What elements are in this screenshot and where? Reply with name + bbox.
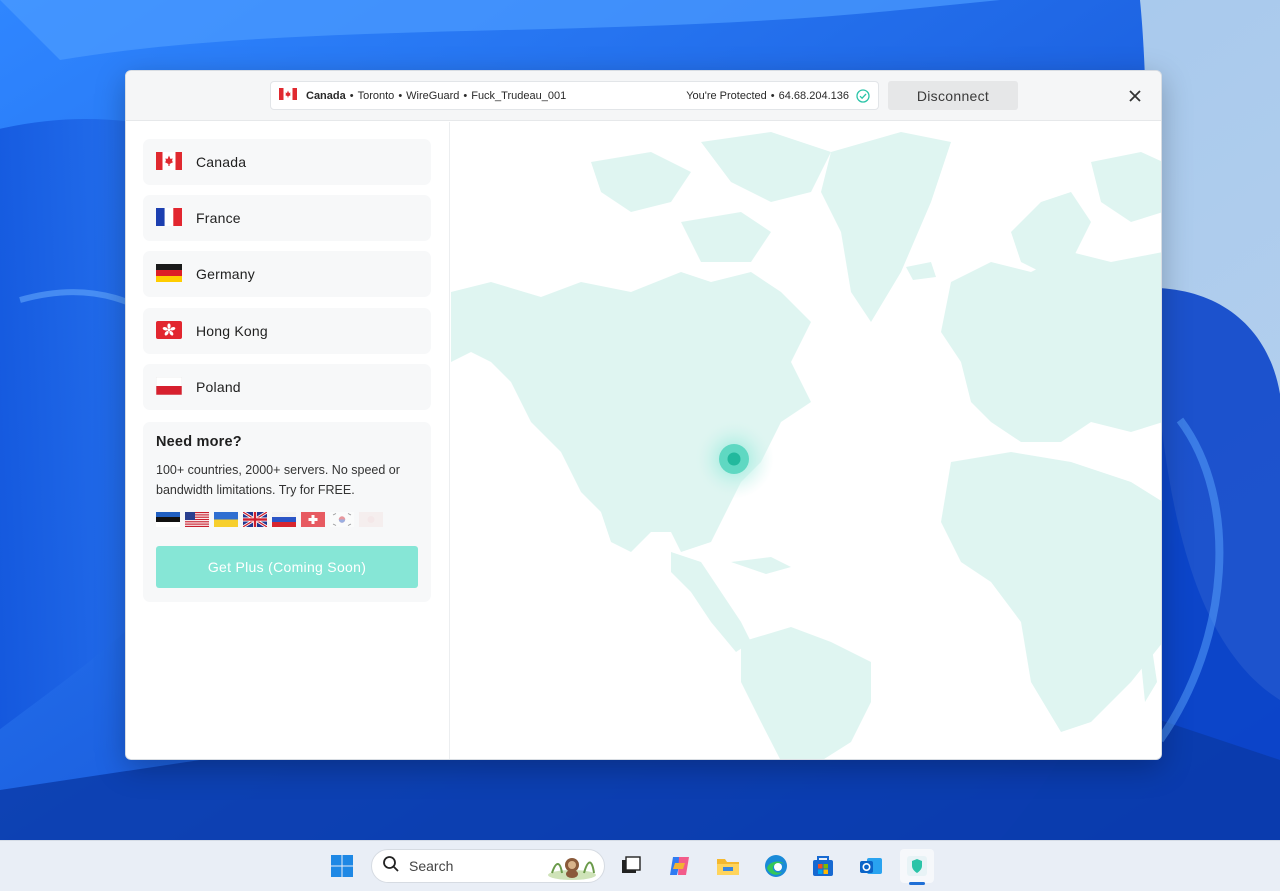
land-masses	[451, 132, 1161, 759]
country-item-france[interactable]: France	[143, 195, 431, 241]
status-server: Fuck_Trudeau_001	[471, 89, 567, 102]
microsoft-store-icon[interactable]	[806, 849, 840, 883]
switzerland-flag-icon	[301, 512, 325, 527]
country-name: Poland	[196, 379, 241, 395]
status-country: Canada	[306, 89, 346, 102]
country-name: Hong Kong	[196, 323, 268, 339]
active-app-indicator	[909, 882, 925, 885]
country-name: Germany	[196, 266, 255, 282]
country-item-germany[interactable]: Germany	[143, 251, 431, 297]
country-name: Canada	[196, 154, 247, 170]
title-bar: Canada • Toronto • WireGuard • Fuck_Trud…	[126, 71, 1161, 121]
south-korea-flag-icon	[330, 512, 354, 527]
vpn-app-icon[interactable]	[900, 849, 934, 883]
search-placeholder: Search	[409, 858, 454, 874]
file-explorer-icon[interactable]	[711, 849, 745, 883]
server-list-sidebar: Canada France Germany Hong Kong Poland N…	[126, 122, 450, 759]
ip-address: 64.68.204.136	[778, 89, 849, 102]
status-separator: •	[398, 89, 403, 102]
status-protocol: WireGuard	[406, 89, 460, 102]
russia-flag-icon	[272, 512, 296, 527]
edge-browser-icon[interactable]	[759, 849, 793, 883]
upgrade-promo-card: Need more? 100+ countries, 2000+ servers…	[143, 422, 431, 602]
poland-flag-icon	[155, 376, 183, 398]
get-plus-button[interactable]: Get Plus (Coming Soon)	[156, 546, 418, 588]
disconnect-button[interactable]: Disconnect	[888, 81, 1018, 110]
country-item-canada[interactable]: Canada	[143, 139, 431, 185]
protected-text: You're Protected	[686, 89, 767, 102]
check-circle-icon	[856, 88, 870, 103]
country-name: France	[196, 210, 241, 226]
windows-taskbar: Search	[0, 840, 1280, 891]
usa-flag-icon	[185, 512, 209, 527]
status-separator: •	[463, 89, 468, 102]
more-countries-flags	[156, 510, 418, 529]
outlook-icon[interactable]	[854, 849, 888, 883]
world-map[interactable]	[451, 122, 1161, 759]
country-item-poland[interactable]: Poland	[143, 364, 431, 410]
canada-flag-icon	[156, 151, 182, 173]
task-view-icon[interactable]	[614, 849, 648, 883]
promo-title: Need more?	[156, 434, 242, 450]
copilot-icon[interactable]	[663, 849, 697, 883]
marker-center	[727, 452, 741, 466]
uk-flag-icon	[242, 510, 268, 529]
estonia-flag-icon	[156, 512, 180, 527]
country-item-hong-kong[interactable]: Hong Kong	[143, 308, 431, 354]
search-icon	[382, 855, 400, 878]
france-flag-icon	[156, 207, 182, 229]
connection-status-bar: Canada • Toronto • WireGuard • Fuck_Trud…	[270, 81, 879, 110]
close-icon[interactable]	[1124, 85, 1146, 107]
japan-flag-icon	[359, 512, 383, 527]
hong-kong-flag-icon	[156, 320, 182, 342]
germany-flag-icon	[156, 263, 182, 285]
status-separator: •	[770, 89, 775, 102]
canada-flag-icon	[279, 88, 297, 103]
vpn-app-window: Canada • Toronto • WireGuard • Fuck_Trud…	[125, 70, 1162, 760]
status-separator: •	[349, 89, 354, 102]
promo-description: 100+ countries, 2000+ servers. No speed …	[156, 463, 400, 497]
search-highlight-art	[546, 853, 598, 886]
status-city: Toronto	[357, 89, 395, 102]
taskbar-search[interactable]: Search	[371, 849, 605, 883]
ukraine-flag-icon	[214, 512, 238, 527]
windows-start-icon[interactable]	[325, 849, 359, 883]
